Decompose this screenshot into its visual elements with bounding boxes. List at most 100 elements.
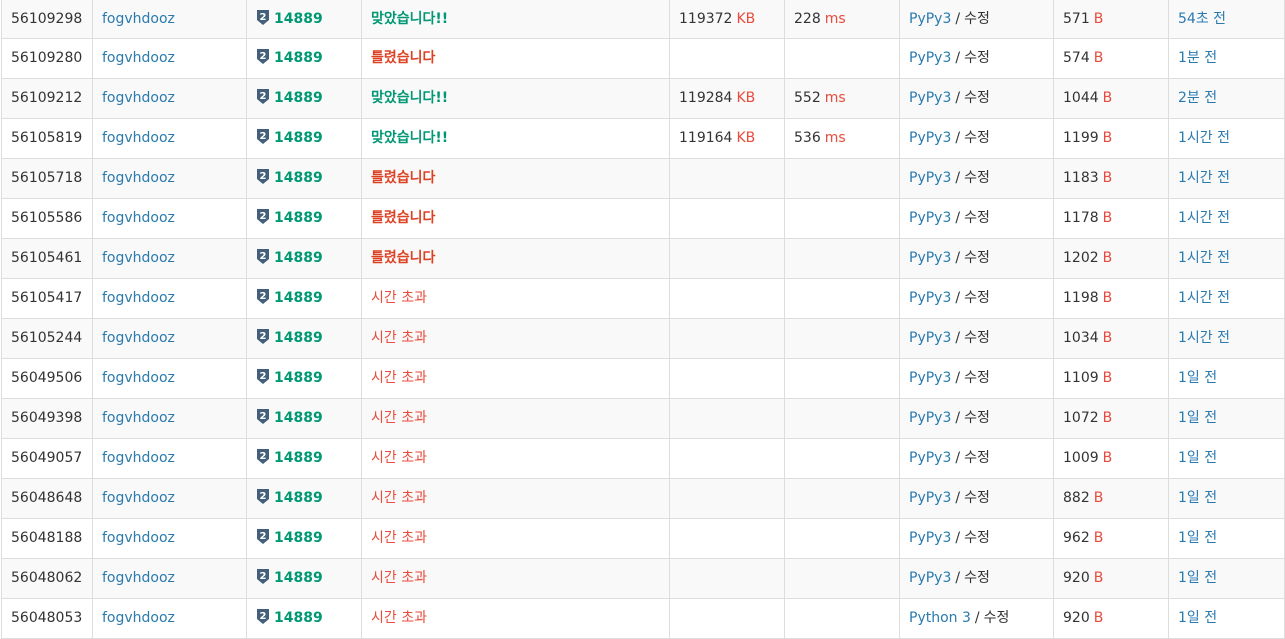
user-link[interactable]: fogvhdooz <box>102 330 175 346</box>
time-cell <box>784 158 900 199</box>
language-link[interactable]: PyPy3 <box>909 210 951 226</box>
edit-link[interactable]: 수정 <box>964 490 990 506</box>
language-link[interactable]: PyPy3 <box>909 290 951 306</box>
language-link[interactable]: PyPy3 <box>909 50 951 66</box>
problem-link[interactable]: 14889 <box>274 290 323 306</box>
problem-link[interactable]: 14889 <box>274 210 323 226</box>
submitted-time-link[interactable]: 1분 전 <box>1178 50 1217 66</box>
submitted-time-link[interactable]: 1시간 전 <box>1178 330 1230 346</box>
problem-link[interactable]: 14889 <box>274 50 323 66</box>
user-link[interactable]: fogvhdooz <box>102 490 175 506</box>
user-link[interactable]: fogvhdooz <box>102 170 175 186</box>
user-link[interactable]: fogvhdooz <box>102 210 175 226</box>
submitted-time-link[interactable]: 1일 전 <box>1178 610 1217 626</box>
edit-link[interactable]: 수정 <box>964 250 990 266</box>
submitted-time-link[interactable]: 1시간 전 <box>1178 210 1230 226</box>
submitted-time-link[interactable]: 1일 전 <box>1178 570 1217 586</box>
submitted-time-link[interactable]: 1시간 전 <box>1178 250 1230 266</box>
problem-link[interactable]: 14889 <box>274 490 323 506</box>
problem-link[interactable]: 14889 <box>274 170 323 186</box>
user-link[interactable]: fogvhdooz <box>102 530 175 546</box>
submission-row: 56105417 fogvhdooz 2 14889 시간 초과 PyPy3/수정… <box>1 278 1285 319</box>
submission-row: 56049398 fogvhdooz 2 14889 시간 초과 PyPy3/수정… <box>1 398 1285 439</box>
user-link[interactable]: fogvhdooz <box>102 290 175 306</box>
language-link[interactable]: PyPy3 <box>909 250 951 266</box>
submitted-time-link[interactable]: 1시간 전 <box>1178 130 1230 146</box>
edit-link[interactable]: 수정 <box>964 450 990 466</box>
edit-link[interactable]: 수정 <box>964 90 990 106</box>
user-link[interactable]: fogvhdooz <box>102 610 175 626</box>
tier-number: 2 <box>260 131 267 142</box>
problem-link[interactable]: 14889 <box>274 11 323 27</box>
language-link[interactable]: PyPy3 <box>909 90 951 106</box>
problem-link[interactable]: 14889 <box>274 610 323 626</box>
code-length-unit: B <box>1102 210 1113 226</box>
language-separator: / <box>955 130 961 146</box>
problem-link[interactable]: 14889 <box>274 250 323 266</box>
edit-link[interactable]: 수정 <box>964 50 990 66</box>
language-link[interactable]: PyPy3 <box>909 410 951 426</box>
memory-cell <box>669 38 785 79</box>
language-link[interactable]: PyPy3 <box>909 11 951 27</box>
edit-link[interactable]: 수정 <box>964 330 990 346</box>
result-cell: 시간 초과 <box>361 358 670 399</box>
problem-link[interactable]: 14889 <box>274 530 323 546</box>
language-link[interactable]: PyPy3 <box>909 170 951 186</box>
problem-link[interactable]: 14889 <box>274 570 323 586</box>
submission-id: 56109280 <box>11 50 83 66</box>
user-link[interactable]: fogvhdooz <box>102 570 175 586</box>
result-cell: 틀렸습니다 <box>361 238 670 279</box>
result-cell: 시간 초과 <box>361 318 670 359</box>
user-link[interactable]: fogvhdooz <box>102 50 175 66</box>
edit-link[interactable]: 수정 <box>984 610 1010 626</box>
submitted-time-link[interactable]: 1일 전 <box>1178 530 1217 546</box>
language-link[interactable]: PyPy3 <box>909 450 951 466</box>
user-link[interactable]: fogvhdooz <box>102 450 175 466</box>
language-link[interactable]: PyPy3 <box>909 330 951 346</box>
language-link[interactable]: PyPy3 <box>909 570 951 586</box>
edit-link[interactable]: 수정 <box>964 370 990 386</box>
edit-link[interactable]: 수정 <box>964 11 990 27</box>
code-length-value: 1034 <box>1063 330 1099 346</box>
user-link[interactable]: fogvhdooz <box>102 130 175 146</box>
submitted-time-link[interactable]: 1시간 전 <box>1178 290 1230 306</box>
problem-link[interactable]: 14889 <box>274 330 323 346</box>
user-link[interactable]: fogvhdooz <box>102 250 175 266</box>
problem-link[interactable]: 14889 <box>274 130 323 146</box>
language-link[interactable]: PyPy3 <box>909 530 951 546</box>
language-link[interactable]: PyPy3 <box>909 370 951 386</box>
submitted-time-link[interactable]: 54초 전 <box>1178 11 1226 27</box>
code-length-cell: 571 B <box>1053 0 1169 39</box>
problem-link[interactable]: 14889 <box>274 410 323 426</box>
submitted-time-cell: 1일 전 <box>1168 518 1285 559</box>
problem-cell: 2 14889 <box>246 598 362 639</box>
problem-link[interactable]: 14889 <box>274 450 323 466</box>
submitted-time-link[interactable]: 1일 전 <box>1178 370 1217 386</box>
user-link[interactable]: fogvhdooz <box>102 11 175 27</box>
edit-link[interactable]: 수정 <box>964 130 990 146</box>
edit-link[interactable]: 수정 <box>964 290 990 306</box>
submitted-time-link[interactable]: 2분 전 <box>1178 90 1217 106</box>
problem-link[interactable]: 14889 <box>274 90 323 106</box>
result-cell: 시간 초과 <box>361 598 670 639</box>
problem-link[interactable]: 14889 <box>274 370 323 386</box>
edit-link[interactable]: 수정 <box>964 410 990 426</box>
time-unit: ms <box>824 11 846 27</box>
edit-link[interactable]: 수정 <box>964 210 990 226</box>
language-link[interactable]: Python 3 <box>909 610 971 626</box>
problem-cell: 2 14889 <box>246 358 362 399</box>
submitted-time-link[interactable]: 1일 전 <box>1178 410 1217 426</box>
submission-id-cell: 56105244 <box>1 318 93 359</box>
edit-link[interactable]: 수정 <box>964 570 990 586</box>
submitted-time-link[interactable]: 1일 전 <box>1178 490 1217 506</box>
submitted-time-link[interactable]: 1일 전 <box>1178 450 1217 466</box>
language-link[interactable]: PyPy3 <box>909 490 951 506</box>
user-link[interactable]: fogvhdooz <box>102 410 175 426</box>
edit-link[interactable]: 수정 <box>964 170 990 186</box>
user-link[interactable]: fogvhdooz <box>102 90 175 106</box>
submitted-time-link[interactable]: 1시간 전 <box>1178 170 1230 186</box>
edit-link[interactable]: 수정 <box>964 530 990 546</box>
language-cell: PyPy3/수정 <box>899 398 1054 439</box>
language-link[interactable]: PyPy3 <box>909 130 951 146</box>
user-link[interactable]: fogvhdooz <box>102 370 175 386</box>
